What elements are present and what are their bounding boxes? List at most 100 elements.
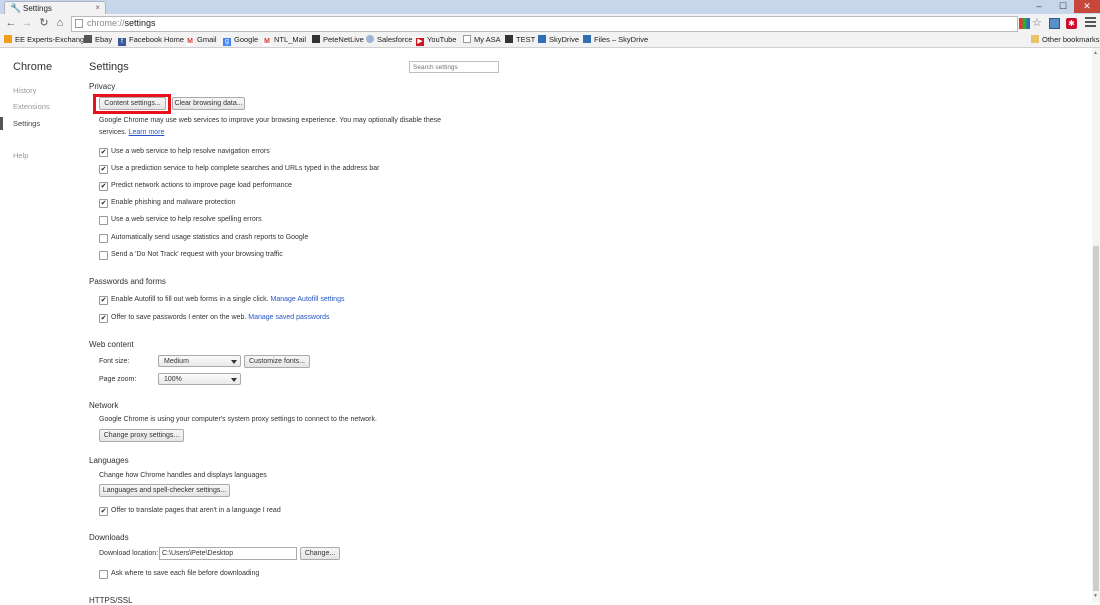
extension-color-icon[interactable] xyxy=(1019,18,1030,29)
checkbox-label: Automatically send usage statistics and … xyxy=(111,234,309,241)
checkbox[interactable]: ✔ xyxy=(99,296,108,305)
privacy-description: Google Chrome may use web services to im… xyxy=(99,117,442,124)
cloud-icon xyxy=(366,35,374,43)
checkbox-label: Offer to translate pages that aren't in … xyxy=(111,507,281,514)
google-icon: g xyxy=(223,38,231,46)
address-bar[interactable]: chrome://settings xyxy=(71,16,1018,32)
page-zoom-label: Page zoom: xyxy=(99,376,137,383)
scrollbar-thumb[interactable] xyxy=(1093,246,1099,591)
tab-close-button[interactable]: × xyxy=(95,3,100,12)
page-icon xyxy=(463,35,471,43)
youtube-icon: ▶ xyxy=(416,38,424,46)
section-title-network: Network xyxy=(89,401,119,410)
checkbox-label: Use a web service to help resolve naviga… xyxy=(111,148,270,155)
extension-blue-icon[interactable] xyxy=(1049,18,1060,29)
pnl-icon xyxy=(312,35,320,43)
chrome-title: Chrome xyxy=(13,61,53,73)
checkbox[interactable] xyxy=(99,234,108,243)
bookmark-item[interactable]: Salesforce xyxy=(366,35,412,44)
page-icon xyxy=(75,19,83,28)
bookmark-item[interactable]: My ASA xyxy=(463,35,501,44)
sidebar-item-help[interactable]: Help xyxy=(13,151,28,160)
font-size-label: Font size: xyxy=(99,358,130,365)
close-window-button[interactable]: ✕ xyxy=(1074,0,1100,13)
bookmark-item[interactable]: EE Experts-Exchange xyxy=(4,35,88,44)
bookmark-item[interactable]: g Google xyxy=(223,35,258,46)
change-proxy-button[interactable]: Change proxy settings... xyxy=(99,429,184,442)
checkbox[interactable]: ✔ xyxy=(99,199,108,208)
folder-icon xyxy=(1031,35,1039,43)
bookmark-item[interactable]: Files – SkyDrive xyxy=(583,35,648,44)
checkbox[interactable] xyxy=(99,216,108,225)
download-location-field[interactable]: C:\Users\Pete\Desktop xyxy=(159,547,297,560)
gmail-icon: M xyxy=(186,38,194,46)
back-arrow-icon[interactable]: ← xyxy=(4,17,18,30)
bookmark-item[interactable]: TEST xyxy=(505,35,535,44)
bookmark-item[interactable]: SkyDrive xyxy=(538,35,579,44)
facebook-icon: f xyxy=(118,38,126,46)
customize-fonts-button[interactable]: Customize fonts... xyxy=(244,355,310,368)
chrome-menu-icon[interactable] xyxy=(1085,17,1096,29)
checkbox[interactable]: ✔ xyxy=(99,165,108,174)
page-zoom-value: 100% xyxy=(164,376,182,383)
bookmark-item[interactable]: Ebay xyxy=(84,35,112,44)
clear-browsing-data-button[interactable]: Clear browsing data... xyxy=(172,97,245,110)
title-bar: 🔧 Settings × – ☐ ✕ xyxy=(0,0,1100,15)
checkbox[interactable] xyxy=(99,570,108,579)
bookmark-item[interactable]: f Facebook Home xyxy=(118,35,184,46)
search-settings-input[interactable] xyxy=(409,61,499,73)
bookmarks-bar: EE Experts-Exchange Ebay f Facebook Home … xyxy=(0,33,1100,48)
checkbox[interactable]: ✔ xyxy=(99,314,108,323)
network-description: Google Chrome is using your computer's s… xyxy=(99,416,377,423)
scroll-up-icon[interactable]: ▲ xyxy=(1093,50,1098,56)
chevron-down-icon xyxy=(231,378,237,382)
bookmark-star-icon[interactable]: ☆ xyxy=(1032,18,1043,29)
languages-description: Change how Chrome handles and displays l… xyxy=(99,472,267,479)
download-location-label: Download location: xyxy=(99,550,159,557)
checkbox-label: Send a 'Do Not Track' request with your … xyxy=(111,251,283,258)
manage-passwords-link[interactable]: Manage saved passwords xyxy=(248,314,329,321)
checkbox[interactable] xyxy=(99,251,108,260)
scroll-down-icon[interactable]: ▼ xyxy=(1093,593,1098,599)
checkbox[interactable]: ✔ xyxy=(99,148,108,157)
bookmark-item[interactable]: ▶ YouTube xyxy=(416,35,456,46)
section-title-privacy: Privacy xyxy=(89,82,116,91)
reload-icon[interactable]: ↻ xyxy=(37,17,51,30)
checkbox[interactable]: ✔ xyxy=(99,182,108,191)
chevron-down-icon xyxy=(231,360,237,364)
checkbox-label: Enable phishing and malware protection xyxy=(111,199,236,206)
sidebar-item-extensions[interactable]: Extensions xyxy=(13,102,50,111)
languages-button[interactable]: Languages and spell-checker settings... xyxy=(99,484,230,497)
home-icon[interactable]: ⌂ xyxy=(53,17,67,30)
skydrive-icon xyxy=(538,35,546,43)
privacy-description-cont: services. Learn more xyxy=(99,129,165,136)
ee-icon xyxy=(4,35,12,43)
minimize-button[interactable]: – xyxy=(1028,0,1050,13)
manage-autofill-link[interactable]: Manage Autofill settings xyxy=(271,296,345,303)
font-size-select[interactable]: Medium xyxy=(158,355,241,367)
bookmark-item[interactable]: PeteNetLive xyxy=(312,35,364,44)
checkbox[interactable]: ✔ xyxy=(99,507,108,516)
bookmark-item[interactable]: M Gmail xyxy=(186,35,217,46)
checkbox-label: Ask where to save each file before downl… xyxy=(111,570,260,577)
skydrive-icon xyxy=(583,35,591,43)
checkbox-label: Use a web service to help resolve spelli… xyxy=(111,216,262,223)
section-title-https: HTTPS/SSL xyxy=(89,596,133,605)
change-download-location-button[interactable]: Change... xyxy=(300,547,340,560)
section-title-downloads: Downloads xyxy=(89,533,129,542)
tab-settings[interactable]: 🔧 Settings × xyxy=(4,1,106,15)
bookmark-item[interactable]: M NTL_Mail xyxy=(263,35,306,46)
learn-more-link[interactable]: Learn more xyxy=(129,129,165,136)
forward-arrow-icon[interactable]: → xyxy=(20,17,34,30)
sidebar-item-history[interactable]: History xyxy=(13,86,36,95)
test-icon xyxy=(505,35,513,43)
active-nav-marker xyxy=(0,117,3,130)
page-zoom-select[interactable]: 100% xyxy=(158,373,241,385)
extension-red-icon[interactable]: ✱ xyxy=(1066,18,1077,29)
checkbox-label: Predict network actions to improve page … xyxy=(111,182,292,189)
other-bookmarks[interactable]: Other bookmarks xyxy=(1031,35,1100,44)
sidebar-item-settings[interactable]: Settings xyxy=(13,119,40,128)
maximize-button[interactable]: ☐ xyxy=(1052,0,1074,13)
tab-title: Settings xyxy=(23,4,52,13)
url-text: chrome://settings xyxy=(87,18,156,28)
